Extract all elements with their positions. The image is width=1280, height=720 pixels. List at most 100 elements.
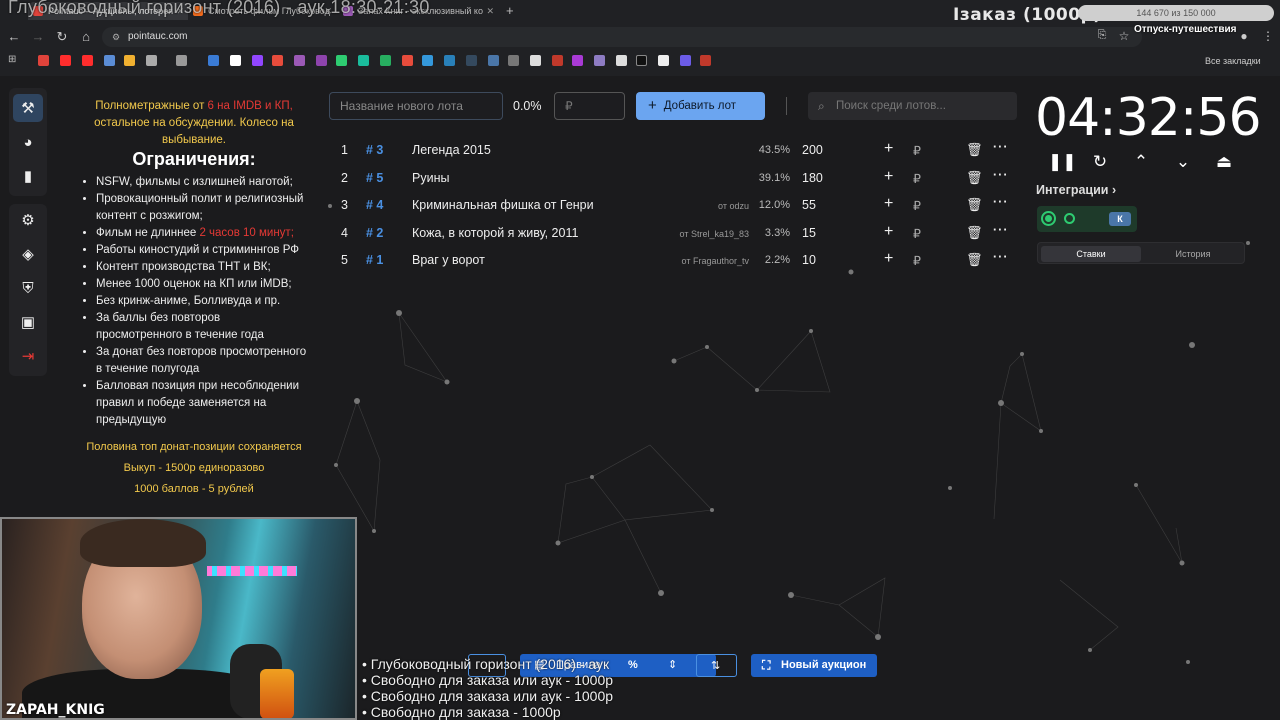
currency-icon[interactable]: ₽	[913, 143, 921, 158]
percent-icon[interactable]: %	[628, 654, 638, 677]
sort-button[interactable]: ⇅	[696, 654, 737, 677]
chevron-up-icon[interactable]: ⌃	[1130, 152, 1152, 172]
add-amount-icon[interactable]: +	[884, 140, 893, 158]
lot-search-input[interactable]: ⌕ Поиск среди лотов...	[808, 92, 1017, 120]
double-chevron-up-icon[interactable]: ⏏	[1213, 152, 1235, 172]
lot-name[interactable]: Криминальная фишка от Генри	[412, 198, 594, 212]
bookmark-icon[interactable]	[104, 55, 115, 66]
close-tab-icon[interactable]: ✕	[486, 2, 494, 20]
currency-icon[interactable]: ₽	[913, 226, 921, 241]
bookmark-icon[interactable]	[146, 55, 157, 66]
lot-amount[interactable]: 55	[802, 198, 816, 212]
lot-amount-input[interactable]: ₽	[554, 92, 625, 120]
currency-icon[interactable]: ₽	[913, 171, 921, 186]
back-icon[interactable]: ←	[6, 29, 22, 44]
shield-icon[interactable]: ⛨	[13, 274, 43, 302]
bookmark-icon[interactable]	[636, 55, 647, 66]
add-amount-icon[interactable]: +	[884, 195, 893, 213]
bookmark-icon[interactable]	[616, 55, 627, 66]
twitch-bookmark-icon[interactable]	[252, 55, 263, 66]
bookmark-icon[interactable]	[294, 55, 305, 66]
tab-bids[interactable]: Ставки	[1041, 246, 1141, 262]
pause-icon[interactable]: ❚❚	[1048, 152, 1077, 172]
menu-dots-icon[interactable]: ⋮	[1260, 29, 1276, 43]
vk-bookmark-icon[interactable]	[488, 55, 499, 66]
more-options-icon[interactable]: ···	[993, 195, 1009, 209]
more-options-icon[interactable]: ···	[993, 168, 1009, 182]
tab-history[interactable]: История	[1143, 246, 1243, 262]
integrations-toggle[interactable]: Интеграции ›	[1036, 183, 1116, 197]
add-amount-icon[interactable]: +	[884, 168, 893, 186]
chevron-down-icon[interactable]: ⌄	[1172, 152, 1194, 172]
bookmark-icon[interactable]	[508, 55, 519, 66]
bookmark-icon[interactable]	[358, 55, 369, 66]
lot-name[interactable]: Кожа, в которой я живу, 2011	[412, 226, 578, 240]
lot-amount[interactable]: 200	[802, 143, 823, 157]
bookmark-icon[interactable]	[552, 55, 563, 66]
wheel-icon[interactable]: ◕	[13, 128, 43, 156]
layers-icon[interactable]: ◈	[13, 240, 43, 268]
bookmark-icon[interactable]	[38, 55, 49, 66]
delete-icon[interactable]: 🗑	[966, 142, 983, 158]
lot-name[interactable]: Легенда 2015	[412, 143, 491, 157]
lot-amount[interactable]: 10	[802, 253, 816, 267]
bookmark-icon[interactable]	[444, 55, 455, 66]
more-options-icon[interactable]: ···	[993, 140, 1009, 154]
lot-amount[interactable]: 180	[802, 171, 823, 185]
all-bookmarks-folder[interactable]: Все закладки	[1205, 56, 1261, 66]
status-ring-icon[interactable]	[1064, 213, 1075, 224]
split-icon[interactable]: ⇕	[668, 654, 677, 677]
new-lot-name-input[interactable]: Название нового лота	[329, 92, 503, 120]
bookmark-icon[interactable]	[380, 55, 391, 66]
home-icon[interactable]: ⌂	[78, 29, 94, 44]
delete-icon[interactable]: 🗑	[966, 197, 983, 213]
logout-icon[interactable]: ⇥	[13, 342, 43, 370]
bookmark-icon[interactable]	[208, 55, 219, 66]
currency-icon[interactable]: ₽	[913, 253, 921, 268]
bookmark-icon[interactable]	[336, 55, 347, 66]
auction-gavel-icon[interactable]: ⚒	[13, 94, 43, 122]
bookmark-icon[interactable]	[422, 55, 433, 66]
translate-icon[interactable]: ⎘	[1094, 29, 1110, 42]
delete-icon[interactable]: 🗑	[966, 170, 983, 186]
apps-grid-icon[interactable]: ⊞	[8, 54, 19, 65]
lot-amount[interactable]: 15	[802, 226, 816, 240]
more-options-icon[interactable]: ···	[993, 223, 1009, 237]
lot-name[interactable]: Руины	[412, 171, 449, 185]
stats-icon[interactable]: ▮	[13, 162, 43, 190]
bookmark-icon[interactable]	[700, 55, 711, 66]
more-options-icon[interactable]: ···	[993, 250, 1009, 264]
bookmark-icon[interactable]	[176, 55, 187, 66]
new-auction-button[interactable]: ⛶ Новый аукцион	[751, 654, 877, 677]
bookmark-icon[interactable]	[272, 55, 283, 66]
bookmark-icon[interactable]	[402, 55, 413, 66]
currency-icon[interactable]: ₽	[913, 198, 921, 213]
youtube-bookmark-icon[interactable]	[82, 55, 93, 66]
add-amount-icon[interactable]: +	[884, 250, 893, 268]
bookmark-icon[interactable]	[658, 55, 669, 66]
bookmark-icon[interactable]	[530, 55, 541, 66]
delete-icon[interactable]: 🗑	[966, 252, 983, 268]
reload-icon[interactable]: ↻	[54, 29, 70, 45]
new-tab-button[interactable]: +	[500, 2, 522, 20]
mail-bookmark-icon[interactable]	[124, 55, 135, 66]
add-lot-button[interactable]: + Добавить лот	[636, 92, 765, 120]
forward-icon[interactable]: →	[30, 29, 46, 44]
youtube-bookmark-icon[interactable]	[60, 55, 71, 66]
delete-icon[interactable]: 🗑	[966, 225, 983, 241]
gear-icon[interactable]: ⚙	[13, 206, 43, 234]
reset-icon[interactable]: ↻	[1089, 152, 1111, 172]
add-amount-icon[interactable]: +	[884, 223, 893, 241]
video-library-icon[interactable]: ▣	[13, 308, 43, 336]
bookmark-icon[interactable]	[466, 55, 477, 66]
profile-icon[interactable]: ●	[1236, 29, 1252, 43]
bookmark-icon[interactable]	[230, 55, 241, 66]
bookmark-icon[interactable]	[316, 55, 327, 66]
bookmark-icon[interactable]	[680, 55, 691, 66]
bookmark-star-icon[interactable]: ☆	[1116, 29, 1132, 43]
vk-logo-icon[interactable]: К	[1109, 212, 1131, 226]
bookmark-icon[interactable]	[594, 55, 605, 66]
url-field[interactable]: ⚙ pointauc.com	[102, 27, 1142, 47]
bookmark-icon[interactable]	[572, 55, 583, 66]
lot-name[interactable]: Враг у ворот	[412, 253, 485, 267]
